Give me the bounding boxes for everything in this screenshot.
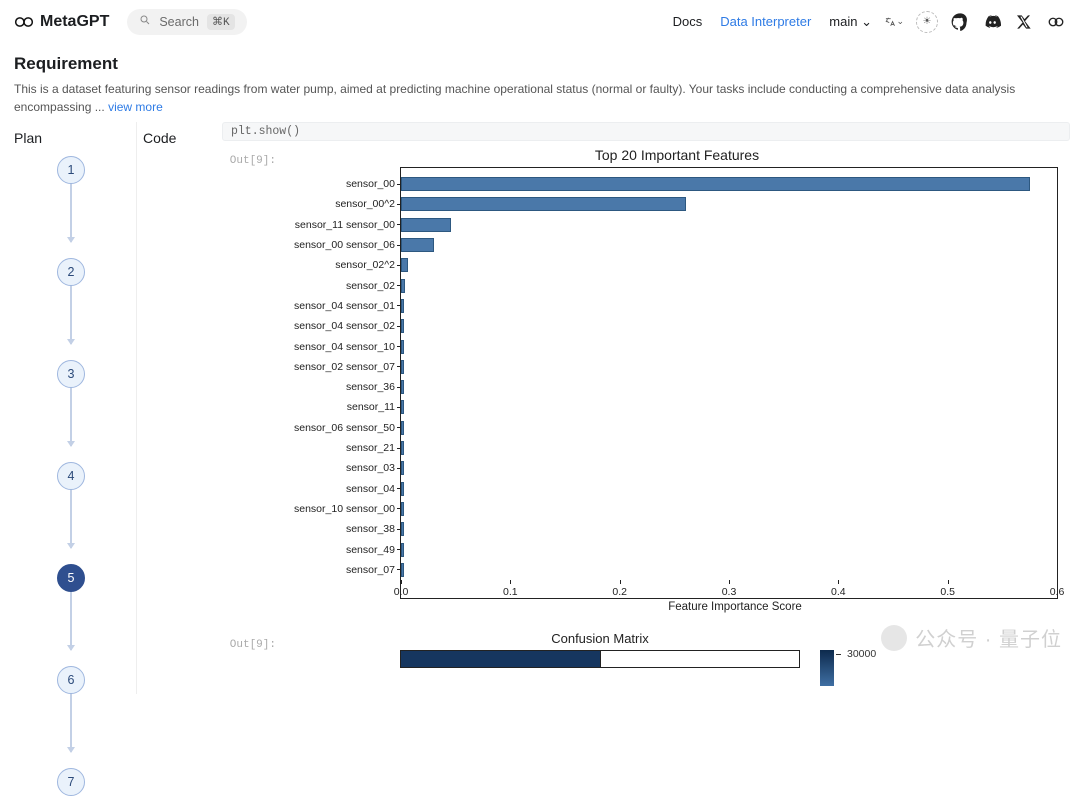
x-twitter-icon[interactable] bbox=[1014, 12, 1034, 32]
x-tick-label: 0.2 bbox=[612, 586, 627, 598]
cm-cell bbox=[600, 651, 800, 667]
output-cell-chart: Out[9]: Top 20 Important Features sensor… bbox=[222, 147, 1070, 613]
code-heading: Code bbox=[143, 130, 216, 146]
output-label-2: Out[9]: bbox=[228, 639, 276, 651]
bar bbox=[401, 360, 404, 374]
bar-label: sensor_00^2 bbox=[335, 198, 401, 210]
chevron-down-icon: ⌄ bbox=[896, 16, 904, 27]
app-header: MetaGPT Search ⌘K Docs Data Interpreter … bbox=[0, 0, 1080, 44]
bar-label: sensor_06 sensor_50 bbox=[294, 422, 401, 434]
bar-label: sensor_36 bbox=[346, 381, 401, 393]
colorbar-tick: 30000 bbox=[847, 648, 876, 660]
branch-selector[interactable]: main ⌄ bbox=[829, 14, 872, 30]
bar bbox=[401, 340, 404, 354]
bar bbox=[401, 177, 1030, 191]
x-tick-label: 0.1 bbox=[503, 586, 518, 598]
confusion-matrix: 30000 bbox=[400, 650, 1070, 686]
nav-docs[interactable]: Docs bbox=[673, 14, 703, 29]
output-panel: plt.show() Out[9]: Top 20 Important Feat… bbox=[222, 122, 1080, 694]
language-icon[interactable]: ⌄ bbox=[884, 12, 904, 32]
chevron-down-icon: ⌄ bbox=[861, 14, 872, 29]
bar-label: sensor_04 sensor_10 bbox=[294, 341, 401, 353]
requirement-body: This is a dataset featuring sensor readi… bbox=[14, 80, 1066, 116]
bar bbox=[401, 543, 404, 557]
github-icon[interactable] bbox=[950, 12, 970, 32]
bar-label: sensor_07 bbox=[346, 564, 401, 576]
plan-panel: Plan 1234567 bbox=[0, 122, 136, 694]
app-logo-icon[interactable] bbox=[1046, 12, 1066, 32]
bar bbox=[401, 502, 404, 516]
bar bbox=[401, 197, 686, 211]
plan-step-3[interactable]: 3 bbox=[57, 360, 85, 388]
bar-label: sensor_00 bbox=[346, 178, 401, 190]
colorbar bbox=[820, 650, 834, 686]
x-tick-label: 0.3 bbox=[722, 586, 737, 598]
plan-steps: 1 2 3 4 5 6 7 bbox=[14, 156, 128, 796]
bar bbox=[401, 563, 404, 577]
bar bbox=[401, 238, 434, 252]
theme-toggle-icon[interactable]: ☀ bbox=[916, 11, 938, 33]
bar-label: sensor_04 bbox=[346, 483, 401, 495]
bar bbox=[401, 218, 451, 232]
bar bbox=[401, 380, 404, 394]
bar bbox=[401, 421, 404, 435]
plan-step-5[interactable]: 5 bbox=[57, 564, 85, 592]
bar bbox=[401, 482, 404, 496]
requirement-heading: Requirement bbox=[14, 54, 1066, 74]
requirement-section: Requirement This is a dataset featuring … bbox=[0, 44, 1080, 122]
search-placeholder: Search bbox=[159, 15, 199, 29]
plan-step-4[interactable]: 4 bbox=[57, 462, 85, 490]
bar bbox=[401, 400, 404, 414]
bar-label: sensor_02^2 bbox=[335, 259, 401, 271]
cm-cell bbox=[401, 651, 600, 667]
x-tick-label: 0.5 bbox=[940, 586, 955, 598]
bar bbox=[401, 258, 408, 272]
bar-label: sensor_00 sensor_06 bbox=[294, 239, 401, 251]
bar-label: sensor_03 bbox=[346, 462, 401, 474]
discord-icon[interactable] bbox=[982, 12, 1002, 32]
bar bbox=[401, 522, 404, 536]
chart-title: Top 20 Important Features bbox=[284, 147, 1070, 163]
view-more-link[interactable]: view more bbox=[108, 100, 163, 114]
bar-label: sensor_02 bbox=[346, 280, 401, 292]
bar-label: sensor_10 sensor_00 bbox=[294, 503, 401, 515]
bar-label: sensor_11 sensor_00 bbox=[295, 219, 401, 231]
x-tick-label: 0.4 bbox=[831, 586, 846, 598]
bar-chart: sensor_00sensor_00^2sensor_11 sensor_00s… bbox=[400, 167, 1058, 599]
x-tick-label: 0.0 bbox=[394, 586, 409, 598]
search-icon bbox=[139, 14, 151, 29]
search-input[interactable]: Search ⌘K bbox=[127, 9, 246, 35]
x-tick-label: 0.6 bbox=[1050, 586, 1065, 598]
code-snippet: plt.show() bbox=[222, 122, 1070, 141]
x-axis-label: Feature Importance Score bbox=[284, 601, 1070, 613]
bar-label: sensor_04 sensor_01 bbox=[294, 300, 401, 312]
bar bbox=[401, 279, 405, 293]
plan-step-6[interactable]: 6 bbox=[57, 666, 85, 694]
plan-step-2[interactable]: 2 bbox=[57, 258, 85, 286]
plan-heading: Plan bbox=[14, 130, 128, 146]
bar-label: sensor_38 bbox=[346, 523, 401, 535]
bar-label: sensor_04 sensor_02 bbox=[294, 320, 401, 332]
code-panel: Code bbox=[136, 122, 222, 694]
plan-step-1[interactable]: 1 bbox=[57, 156, 85, 184]
bar-label: sensor_11 bbox=[347, 401, 401, 413]
confusion-matrix-title: Confusion Matrix bbox=[400, 631, 800, 646]
brand-name: MetaGPT bbox=[40, 13, 109, 31]
bar bbox=[401, 461, 404, 475]
bar-label: sensor_49 bbox=[346, 544, 401, 556]
plan-step-7[interactable]: 7 bbox=[57, 768, 85, 796]
bar-label: sensor_02 sensor_07 bbox=[294, 361, 401, 373]
nav-data-interpreter[interactable]: Data Interpreter bbox=[720, 14, 811, 29]
bar bbox=[401, 319, 404, 333]
search-shortcut: ⌘K bbox=[207, 14, 235, 30]
output-label: Out[9]: bbox=[228, 155, 276, 167]
logo-icon bbox=[14, 12, 34, 32]
bar bbox=[401, 441, 404, 455]
bar bbox=[401, 299, 404, 313]
output-cell-confusion: Out[9]: Confusion Matrix 30000 bbox=[222, 631, 1070, 686]
bar-label: sensor_21 bbox=[346, 442, 401, 454]
